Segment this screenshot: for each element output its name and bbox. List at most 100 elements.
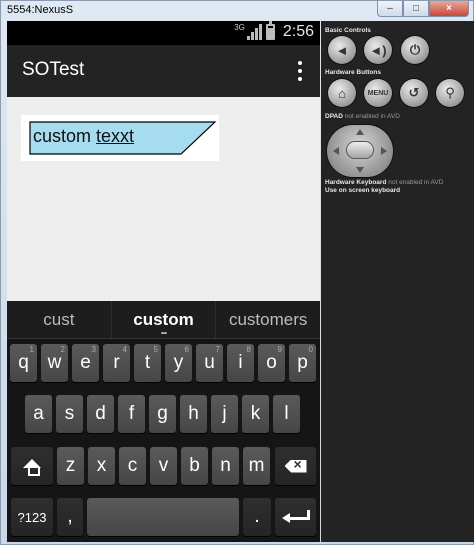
home-button[interactable]: ⌂ [328, 79, 356, 107]
enter-icon [281, 510, 310, 524]
key-a[interactable]: a [25, 395, 52, 433]
volume-down-button[interactable]: ◄ [328, 36, 356, 64]
signal-icon [246, 24, 262, 40]
status-bar: 3G 2:56 [7, 21, 320, 45]
key-t[interactable]: t5 [134, 344, 161, 382]
key-row-3: zxcvbnm [7, 447, 320, 489]
key-o[interactable]: o9 [258, 344, 285, 382]
volume-up-icon: ◄) [369, 42, 387, 58]
key-label: o [266, 352, 277, 373]
key-j[interactable]: j [211, 395, 238, 433]
power-button[interactable]: ⏻ [401, 36, 429, 64]
device-screen: 3G 2:56 SOTest custom texxt cust custom … [7, 21, 320, 542]
dpad-down-icon[interactable] [356, 167, 364, 173]
key-row-1: q1w2e3r4t5y6u7i8o9p0 [7, 344, 320, 386]
key-hint: 5 [153, 345, 158, 354]
key-r[interactable]: r4 [103, 344, 130, 382]
key-label: t [144, 352, 151, 373]
window-buttons: – □ × [377, 1, 469, 17]
backspace-icon [284, 459, 307, 473]
menu-button[interactable]: MENU [364, 79, 392, 107]
key-x[interactable]: x [88, 447, 115, 485]
app-title: SOTest [22, 59, 85, 80]
main-content: custom texxt [7, 97, 320, 301]
window-title: 5554:NexusS [7, 4, 74, 16]
key-f[interactable]: f [118, 395, 145, 433]
key-hint: 0 [308, 345, 313, 354]
search-icon: ⚲ [445, 85, 455, 100]
key-e[interactable]: e3 [72, 344, 99, 382]
dpad[interactable] [327, 125, 393, 177]
back-icon: ↺ [408, 85, 420, 100]
edit-text-content: custom texxt [33, 126, 134, 147]
status-time: 2:56 [282, 23, 314, 40]
key-row-4: ?123 , . [7, 498, 320, 540]
key-d[interactable]: d [87, 395, 114, 433]
key-q[interactable]: q1 [10, 344, 37, 382]
key-row-2: asdfghjkl [7, 395, 320, 437]
minimize-button[interactable]: – [377, 1, 403, 17]
hardware-buttons-label: Hardware Buttons [325, 69, 381, 76]
symbols-key[interactable]: ?123 [11, 498, 53, 536]
key-m[interactable]: m [243, 447, 270, 485]
key-b[interactable]: b [181, 447, 208, 485]
back-button[interactable]: ↺ [400, 79, 428, 107]
backspace-key[interactable] [275, 447, 316, 485]
suggestion-1[interactable]: cust [7, 301, 111, 338]
period-key[interactable]: . [243, 498, 271, 536]
dpad-center-button[interactable] [347, 142, 373, 158]
key-label: u [204, 352, 215, 373]
key-hint: 7 [215, 345, 220, 354]
key-l[interactable]: l [273, 395, 300, 433]
volume-down-icon: ◄ [335, 42, 349, 58]
key-z[interactable]: z [57, 447, 84, 485]
space-key[interactable] [87, 498, 239, 536]
key-n[interactable]: n [212, 447, 239, 485]
dpad-label: DPAD not enabled in AVD [325, 113, 400, 120]
key-w[interactable]: w2 [41, 344, 68, 382]
key-s[interactable]: s [56, 395, 83, 433]
emulator-window: 5554:NexusS – □ × 3G 2:56 SOTest custom … [0, 0, 474, 545]
key-g[interactable]: g [149, 395, 176, 433]
overflow-menu-icon[interactable] [296, 61, 304, 81]
keyboard-note: Use on screen keyboard [325, 187, 401, 194]
volume-up-button[interactable]: ◄) [364, 36, 392, 64]
suggestion-3[interactable]: customers [215, 301, 320, 338]
action-bar: SOTest [7, 45, 320, 97]
shift-key[interactable] [11, 447, 53, 485]
status-icons: 3G 2:56 [234, 21, 314, 41]
key-hint: 8 [246, 345, 251, 354]
suggestion-strip: cust custom customers [7, 301, 320, 339]
key-label: w [47, 352, 62, 373]
home-icon: ⌂ [338, 85, 346, 101]
key-c[interactable]: c [119, 447, 146, 485]
key-h[interactable]: h [180, 395, 207, 433]
key-u[interactable]: u7 [196, 344, 223, 382]
close-button[interactable]: × [429, 1, 469, 17]
key-hint: 2 [60, 345, 65, 354]
suggestion-2[interactable]: custom [110, 301, 216, 338]
enter-key[interactable] [275, 498, 316, 536]
key-label: p [297, 352, 308, 373]
key-v[interactable]: v [150, 447, 177, 485]
key-hint: 3 [91, 345, 96, 354]
basic-controls-label: Basic Controls [325, 27, 371, 34]
key-label: q [18, 352, 29, 373]
hardware-keyboard-label: Hardware Keyboard not enabled in AVD [325, 179, 444, 186]
key-label: y [173, 352, 184, 373]
key-hint: 6 [184, 345, 189, 354]
key-k[interactable]: k [242, 395, 269, 433]
title-bar: 5554:NexusS – □ × [1, 1, 473, 19]
search-button[interactable]: ⚲ [436, 79, 464, 107]
dpad-right-icon[interactable] [381, 147, 387, 155]
maximize-button[interactable]: □ [403, 1, 429, 17]
comma-key[interactable]: , [57, 498, 83, 536]
battery-icon [265, 21, 275, 40]
dpad-up-icon[interactable] [356, 129, 364, 135]
custom-edit-text[interactable]: custom texxt [21, 115, 219, 161]
key-i[interactable]: i8 [227, 344, 254, 382]
key-p[interactable]: p0 [289, 344, 316, 382]
dpad-left-icon[interactable] [333, 147, 339, 155]
key-hint: 4 [122, 345, 127, 354]
key-y[interactable]: y6 [165, 344, 192, 382]
